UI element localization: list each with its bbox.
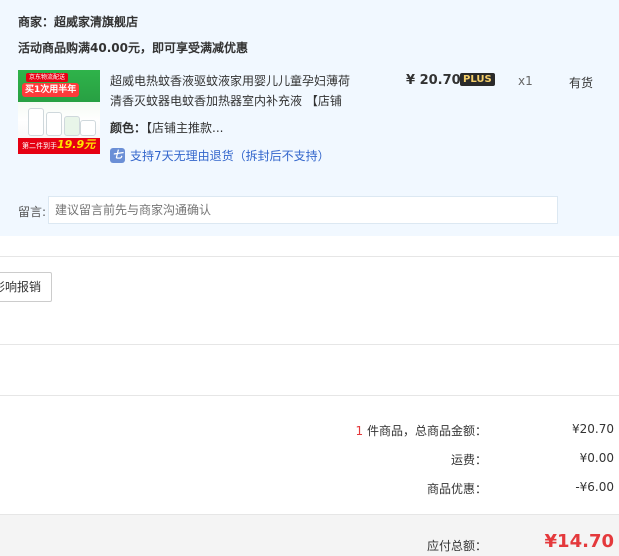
note-input[interactable]: [48, 196, 558, 224]
total-value: ¥14.70: [544, 531, 614, 552]
summary-goods-row: 1 件商品，总商品金额： ¥20.70: [0, 422, 619, 442]
color-label: 颜色：: [110, 121, 147, 135]
product-thumbnail[interactable]: 京东物流配送 买1次用半年 第二件到手19.9元: [18, 70, 100, 154]
note-label: 留言:: [18, 205, 47, 219]
thumb-badge-small: 京东物流配送: [26, 73, 69, 82]
item-price: ¥ 20.70: [406, 73, 461, 88]
shop-name[interactable]: 超威家清旗舰店: [54, 15, 138, 29]
product-title[interactable]: 超威电热蚊香液驱蚊液家用婴儿儿童孕妇薄荷清香灭蚊器电蚊香加热器室内补充液 【店铺: [110, 71, 360, 111]
total-label: 应付总额：: [426, 539, 487, 553]
shop-line: 商家：超威家清旗舰店: [18, 13, 138, 30]
thumb-bottom-text: 第二件到手19.9元: [22, 139, 95, 152]
return-policy[interactable]: 七 支持7天无理由退货（拆封后不支持）: [110, 147, 330, 164]
order-item-panel: 商家：超威家清旗舰店 活动商品购满40.00元，即可享受满减优惠 京东物流配送 …: [0, 0, 619, 236]
stock-status: 有货: [569, 76, 594, 90]
thumb-product-shape: [80, 120, 96, 136]
reimburse-button[interactable]: 影响报销: [0, 272, 52, 302]
thumb-bottom-price: 19.9元: [57, 138, 96, 151]
shop-label: 商家：: [18, 15, 55, 29]
summary-discount-row: 商品优惠： -¥6.00: [0, 480, 619, 500]
item-count-suffix: 件商品，总商品金额：: [363, 424, 487, 438]
color-value: 【店铺主推款...: [146, 121, 224, 135]
divider: [0, 256, 619, 257]
divider: [0, 344, 619, 345]
item-quantity: x1: [518, 74, 533, 88]
summary-goods-value: ¥20.70: [572, 422, 614, 436]
total-bar: 应付总额： ¥14.70: [0, 514, 619, 556]
plus-badge: PLUS: [460, 73, 495, 86]
summary-discount-value: -¥6.00: [575, 480, 614, 494]
summary-shipping-label: 运费：: [450, 453, 487, 467]
summary-shipping-value: ¥0.00: [579, 451, 614, 465]
return-policy-text: 支持7天无理由退货（拆封后不支持）: [130, 149, 330, 163]
divider: [0, 395, 619, 396]
color-row: 颜色：【店铺主推款...: [110, 119, 223, 136]
return-policy-icon: 七: [110, 148, 125, 163]
summary-discount-label: 商品优惠：: [426, 482, 487, 496]
thumb-product-shape: [28, 108, 44, 136]
summary-shipping-row: 运费： ¥0.00: [0, 451, 619, 471]
thumb-badge-big: 买1次用半年: [22, 83, 80, 97]
thumb-product-shape: [46, 112, 62, 136]
promo-text: 活动商品购满40.00元，即可享受满减优惠: [18, 41, 248, 55]
summary-goods-label: 1 件商品，总商品金额：: [356, 422, 487, 439]
thumb-product-shape: [64, 116, 80, 136]
thumb-bottom-label: 第二件到手: [22, 142, 57, 150]
